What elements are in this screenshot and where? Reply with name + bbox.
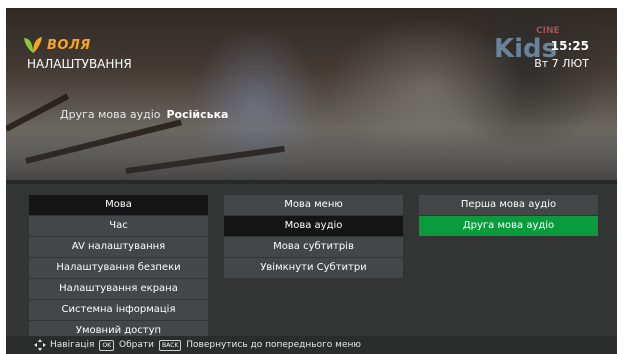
brand-logo: ВОЛЯ xyxy=(22,35,91,55)
back-key-icon: BACK xyxy=(159,339,182,351)
help-navigation-label: Навігація xyxy=(50,340,95,350)
clock-time: 15:25 xyxy=(550,39,589,53)
brand-name: ВОЛЯ xyxy=(47,37,91,53)
menu-item-subtitle-language[interactable]: Мова субтитрів xyxy=(224,237,403,257)
menu-item-av-settings[interactable]: AV налаштування xyxy=(29,237,208,257)
help-bar: Навігація OK Обрати BACK Повернутись до … xyxy=(6,336,617,354)
menu-item-screen-settings[interactable]: Налаштування екрана xyxy=(29,279,208,299)
ok-key-icon: OK xyxy=(99,339,115,351)
settings-menu: Мова Час AV налаштування Налаштування бе… xyxy=(6,184,617,341)
help-back-label: Повернутись до попереднього меню xyxy=(186,340,361,350)
menu-column-audio: Перша мова аудіо Друга мова аудіо xyxy=(419,195,598,237)
menu-column-categories: Мова Час AV налаштування Налаштування бе… xyxy=(29,195,208,342)
menu-item-menu-language[interactable]: Мова меню xyxy=(224,195,403,215)
menu-item-second-audio-language[interactable]: Друга мова аудіо xyxy=(419,216,598,236)
brand-leaf-icon xyxy=(24,37,42,53)
tv-screen: ВОЛЯ НАЛАШТУВАННЯ Kids CINE 15:25 Вт 7 Л… xyxy=(6,8,617,354)
setting-label: Друга мова аудіо xyxy=(60,108,161,121)
menu-item-time[interactable]: Час xyxy=(29,216,208,236)
current-setting: Друга мова аудіо Російська xyxy=(60,108,228,121)
channel-logo-sub: CINE xyxy=(536,26,560,36)
video-fade xyxy=(6,128,617,184)
menu-item-first-audio-language[interactable]: Перша мова аудіо xyxy=(419,195,598,215)
help-select-label: Обрати xyxy=(119,340,155,350)
page-title: НАЛАШТУВАННЯ xyxy=(27,57,132,71)
menu-item-security-settings[interactable]: Налаштування безпеки xyxy=(29,258,208,278)
clock-date: Вт 7 ЛЮТ xyxy=(534,57,589,70)
setting-value: Російська xyxy=(166,108,229,121)
menu-item-language[interactable]: Мова xyxy=(29,195,208,215)
navigation-arrows-icon xyxy=(34,339,46,351)
menu-column-language: Мова меню Мова аудіо Мова субтитрів Увім… xyxy=(224,195,403,279)
menu-item-enable-subtitles[interactable]: Увімкнути Субтитри xyxy=(224,258,403,278)
menu-item-system-info[interactable]: Системна інформація xyxy=(29,300,208,320)
menu-item-audio-language[interactable]: Мова аудіо xyxy=(224,216,403,236)
